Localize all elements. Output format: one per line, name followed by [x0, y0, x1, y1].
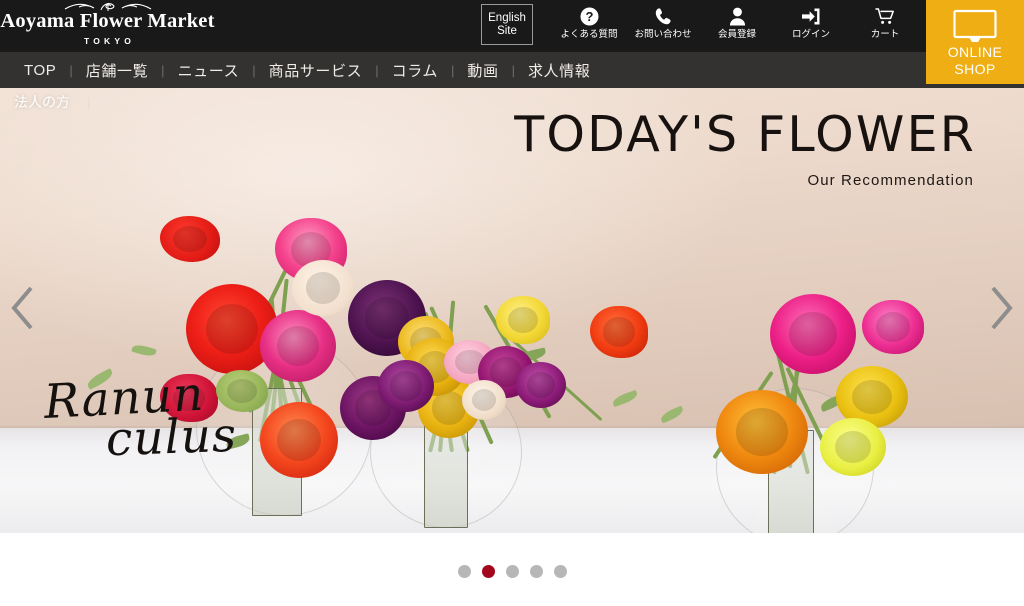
carousel-dot-3[interactable]	[505, 564, 519, 578]
utility-label-cart: カート	[870, 29, 900, 40]
carousel-pagination	[0, 561, 1024, 581]
online-shop-line1: ONLINE	[947, 44, 1003, 60]
hero-carousel[interactable]: 法人の方 | TODAY'S FLOWER Our Recommendation…	[0, 88, 1024, 533]
chevron-right-icon	[988, 285, 1014, 336]
utility-label-contact: お問い合わせ	[634, 29, 692, 40]
utility-nav: ? よくある質問 お問い合わせ 会員登録 ログイン カート	[552, 0, 922, 52]
carousel-dot-5[interactable]	[553, 564, 567, 578]
carousel-prev-button[interactable]	[0, 88, 46, 533]
nav-item-movie[interactable]: 動画	[454, 60, 511, 81]
hero-subtitle: Our Recommendation	[807, 172, 974, 189]
utility-item-contact[interactable]: お問い合わせ	[626, 0, 700, 52]
utility-item-login[interactable]: ログイン	[774, 0, 848, 52]
utility-label-faq: よくある質問	[560, 29, 618, 40]
carousel-dot-4[interactable]	[529, 564, 543, 578]
carousel-dot-1[interactable]	[457, 564, 471, 578]
chevron-left-icon	[10, 285, 36, 336]
logo-subtext: TOKYO	[83, 36, 136, 46]
hero-script-line2: culus	[105, 408, 238, 468]
hero-title: TODAY'S FLOWER	[514, 106, 976, 163]
phone-icon	[654, 6, 673, 27]
utility-label-register: 会員登録	[717, 29, 756, 40]
corporate-separator: |	[87, 94, 91, 110]
person-icon	[729, 6, 746, 27]
monitor-icon	[952, 9, 998, 43]
online-shop-button[interactable]: ONLINE SHOP	[926, 0, 1024, 84]
nav-item-recruit[interactable]: 求人情報	[515, 60, 603, 81]
site-header: Aoyama Flower Market TOKYO English Site …	[0, 0, 1024, 52]
carousel-dot-2[interactable]	[481, 564, 495, 578]
online-shop-line2: SHOP	[954, 61, 996, 77]
carousel-next-button[interactable]	[978, 88, 1024, 533]
english-site-line1: English	[488, 11, 526, 24]
main-nav: TOP | 店舗一覧 | ニュース | 商品サービス | コラム | 動画 | …	[0, 52, 1024, 88]
nav-item-products-services[interactable]: 商品サービス	[256, 60, 376, 81]
question-circle-icon: ?	[580, 6, 599, 27]
cart-icon	[874, 6, 896, 27]
logo-wordmark: Aoyama Flower Market	[0, 10, 215, 32]
hero-script-caption: Ranun culus	[43, 367, 238, 468]
english-site-line2: Site	[497, 24, 517, 37]
utility-item-cart[interactable]: カート	[848, 0, 922, 52]
nav-item-column[interactable]: コラム	[379, 60, 451, 81]
site-logo[interactable]: Aoyama Flower Market TOKYO	[0, 0, 215, 52]
nav-item-stores[interactable]: 店舗一覧	[73, 60, 161, 81]
svg-text:?: ?	[585, 9, 593, 24]
nav-item-top[interactable]: TOP	[11, 62, 69, 79]
page-root: Aoyama Flower Market TOKYO English Site …	[0, 0, 1024, 606]
utility-item-register[interactable]: 会員登録	[700, 0, 774, 52]
utility-item-faq[interactable]: ? よくある質問	[552, 0, 626, 52]
login-arrow-icon	[801, 6, 821, 27]
utility-label-login: ログイン	[791, 29, 830, 40]
nav-item-news[interactable]: ニュース	[165, 60, 253, 81]
english-site-button[interactable]: English Site	[481, 4, 533, 45]
